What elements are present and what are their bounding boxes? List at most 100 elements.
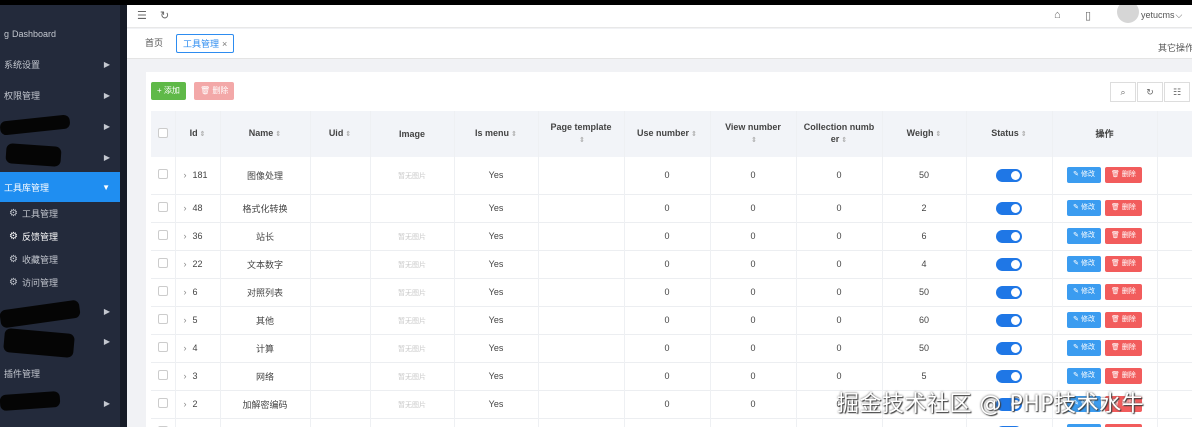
table-row: › 181 图像处理 暂无图片 Yes 0 0 0 50 ✎ 修改 🗑 删除 — [151, 157, 1192, 194]
row-checkbox[interactable] — [157, 202, 168, 212]
remove-button[interactable]: 🗑 删除 — [1104, 312, 1142, 328]
remove-button-label: 删除 — [1121, 372, 1136, 379]
sidebar-item-system-settings[interactable]: 系统设置 ▶ — [0, 49, 120, 79]
sidebar-sub-favorites[interactable]: ⚙ 收藏管理 — [0, 248, 120, 271]
remove-button[interactable]: 🗑 删除 — [1104, 340, 1142, 356]
sidebar-item-permissions[interactable]: 权限管理 ▶ — [0, 80, 120, 110]
expand-icon[interactable]: › — [184, 343, 187, 353]
status-toggle[interactable] — [996, 313, 1022, 327]
sidebar-item-plugins[interactable]: 插件管理 — [0, 358, 120, 388]
trash-icon: 🗑 — [1110, 260, 1122, 267]
edit-button[interactable]: ✎ 修改 — [1067, 167, 1101, 184]
sidebar-sub-visits[interactable]: ⚙ 访问管理 — [0, 271, 120, 294]
status-toggle[interactable] — [996, 369, 1022, 383]
row-checkbox[interactable] — [157, 230, 168, 240]
columns-button[interactable]: ☷ — [1164, 82, 1190, 102]
spacer-cell — [1157, 250, 1192, 278]
column-header-name[interactable]: Name ⇕ — [220, 111, 311, 157]
expand-icon[interactable]: › — [184, 259, 187, 269]
row-checkbox[interactable] — [157, 398, 168, 408]
name-cell: 网络 — [220, 362, 311, 390]
spacer-cell — [1157, 390, 1192, 418]
sidebar-item-tool-library[interactable]: 工具库管理 ▼ — [0, 172, 120, 202]
expand-icon[interactable]: › — [184, 203, 187, 213]
status-toggle[interactable] — [996, 168, 1022, 182]
remove-button[interactable]: 🗑 删除 — [1104, 284, 1142, 300]
expand-icon[interactable]: › — [184, 231, 187, 241]
sidebar-sub-tool-manage[interactable]: ⚙ 工具管理 — [0, 202, 120, 225]
status-toggle[interactable] — [996, 229, 1022, 243]
edit-button[interactable]: ✎ 修改 — [1067, 200, 1101, 216]
status-toggle[interactable] — [996, 341, 1022, 355]
operations-cell: ✎ 修改🗑 删除 — [1052, 194, 1158, 222]
row-checkbox[interactable] — [157, 314, 168, 324]
edit-button[interactable]: ✎ 修改 — [1067, 340, 1101, 356]
view-number-cell: 0 — [710, 222, 797, 250]
status-toggle[interactable] — [996, 257, 1022, 271]
row-checkbox[interactable] — [157, 258, 168, 268]
refresh-icon[interactable]: ↻ — [160, 9, 169, 22]
expand-icon[interactable]: › — [184, 315, 187, 325]
column-header-status[interactable]: Status ⇕ — [966, 111, 1053, 157]
other-operations-menu[interactable]: 其它操作 — [1158, 41, 1192, 54]
expand-icon[interactable]: › — [184, 170, 187, 180]
column-header-use-number[interactable]: Use number ⇕ — [624, 111, 711, 157]
edit-button-label: 修改 — [1080, 232, 1095, 239]
id-cell: › 48 — [175, 194, 221, 222]
column-header-weigh[interactable]: Weigh ⇕ — [882, 111, 967, 157]
expand-icon[interactable]: › — [184, 287, 187, 297]
search-toggle-button[interactable]: ⌕ — [1110, 82, 1136, 102]
sidebar-item-dashboard[interactable]: g Dashboard — [0, 19, 120, 49]
gears-icon: ⚙ — [9, 208, 18, 219]
column-header-view-number[interactable]: View number ⇕ — [710, 111, 797, 157]
remove-button-label: 删除 — [1121, 316, 1136, 323]
caret-right-icon: ▶ — [103, 90, 110, 100]
tab-tool-manage[interactable]: 工具管理 × — [176, 34, 235, 53]
select-all-cell — [151, 111, 176, 157]
remove-button[interactable]: 🗑 删除 — [1104, 228, 1142, 244]
refresh-table-button[interactable]: ↻ — [1137, 82, 1163, 102]
collection-number-cell: 0 — [796, 418, 883, 427]
expand-icon[interactable]: › — [184, 399, 187, 409]
remove-button[interactable]: 🗑 删除 — [1104, 368, 1142, 384]
expand-icon[interactable]: › — [184, 371, 187, 381]
row-checkbox[interactable] — [157, 286, 168, 296]
home-icon[interactable]: ⌂ — [1054, 9, 1061, 21]
column-header-is-menu[interactable]: Is menu ⇕ — [454, 111, 539, 157]
hamburger-icon[interactable]: ☰ — [137, 9, 147, 22]
delete-button[interactable]: 🗑 删除 — [194, 82, 235, 100]
edit-button[interactable]: ✎ 修改 — [1067, 228, 1101, 244]
row-checkbox[interactable] — [157, 342, 168, 352]
row-id: 22 — [192, 259, 203, 269]
avatar — [1117, 5, 1139, 23]
edit-button-label: 修改 — [1080, 316, 1095, 323]
edit-button[interactable]: ✎ 修改 — [1067, 256, 1101, 272]
user-menu[interactable]: yetucms ⌵ — [1117, 5, 1182, 25]
is-menu-cell: Yes — [454, 222, 539, 250]
column-header-id[interactable]: Id ⇕ — [175, 111, 221, 157]
spacer-cell — [1157, 157, 1192, 194]
status-toggle[interactable] — [996, 201, 1022, 215]
clipboard-icon[interactable]: ▯ — [1085, 9, 1091, 22]
caret-right-icon: ▶ — [103, 336, 110, 346]
sidebar-sub-label: 访问管理 — [21, 278, 58, 288]
remove-button[interactable]: 🗑 删除 — [1104, 200, 1142, 216]
row-select-cell — [151, 157, 176, 194]
sidebar-sub-feedback[interactable]: ⚙ 反馈管理 — [0, 225, 120, 248]
column-header-page-template[interactable]: Page template ⇕ — [538, 111, 625, 157]
edit-button[interactable]: ✎ 修改 — [1067, 312, 1101, 328]
row-checkbox[interactable] — [157, 370, 168, 380]
row-checkbox[interactable] — [157, 169, 168, 180]
is-menu-cell: Yes — [454, 157, 539, 194]
add-button[interactable]: + 添加 — [151, 82, 186, 100]
status-toggle[interactable] — [996, 285, 1022, 299]
edit-button[interactable]: ✎ 修改 — [1067, 368, 1101, 384]
select-all-checkbox[interactable] — [157, 127, 168, 138]
close-icon[interactable]: × — [222, 39, 227, 49]
remove-button[interactable]: 🗑 删除 — [1104, 167, 1142, 184]
tab-home[interactable]: 首页 — [139, 34, 169, 53]
edit-button[interactable]: ✎ 修改 — [1067, 284, 1101, 300]
remove-button[interactable]: 🗑 删除 — [1104, 256, 1142, 272]
column-header-uid[interactable]: Uid ⇕ — [310, 111, 371, 157]
column-header-collection-number[interactable]: Collection numb er ⇕ — [796, 111, 883, 157]
